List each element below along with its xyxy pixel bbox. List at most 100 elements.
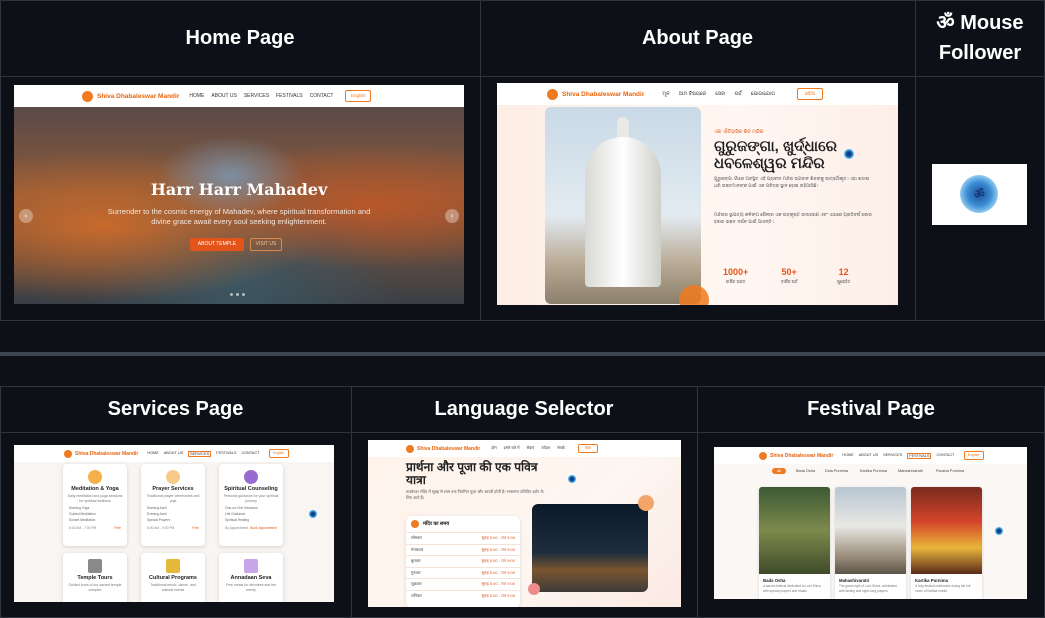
logo-icon xyxy=(82,90,93,102)
nav-contact[interactable]: ଯୋଗାଯୋଗ xyxy=(751,91,775,97)
logo-icon xyxy=(406,444,414,453)
logo-icon xyxy=(547,88,558,100)
nav-festivals[interactable]: ପର୍ବ xyxy=(735,91,742,97)
nav-services[interactable]: SERVICES xyxy=(188,450,212,457)
nav-services[interactable]: SERVICES xyxy=(883,453,902,459)
header-language: Language Selector xyxy=(434,398,614,420)
header-home: Home Page xyxy=(185,27,295,49)
nav-home[interactable]: होम xyxy=(491,446,496,451)
brand-name: Shiva Dhabaleswar Mandir xyxy=(562,90,645,98)
nav-about[interactable]: ABOUT US xyxy=(859,453,878,459)
about-paragraph-1: ଗୁରୁଜଙ୍ଗା ଗାଁରେ ଅବସ୍ଥିତ ଏହି ପ୍ରାଚୀନ ମନ୍ଦ… xyxy=(714,176,870,188)
nav-about[interactable]: ABOUT US xyxy=(211,93,236,99)
nav-links: ମୂଳ ଆମ ବିଷୟରେ ସେବା ପର୍ବ ଯୋଗାଯୋଗ xyxy=(662,91,775,97)
nav-festivals[interactable]: त्योहार xyxy=(541,446,550,451)
language-screenshot: Shiva Dhabaleswar Mandir होम हमारे बारे … xyxy=(368,440,681,607)
language-button[interactable]: English xyxy=(268,449,289,458)
filter-tab[interactable]: Pausha Purnima xyxy=(936,469,964,473)
next-slide-icon[interactable]: › xyxy=(445,209,459,223)
om-icon xyxy=(244,470,258,484)
brand-name: Shiva Dhabaleswar Mandir xyxy=(97,92,180,100)
decor-circle xyxy=(679,285,709,305)
prev-slide-icon[interactable]: ‹ xyxy=(19,209,33,223)
about-eyebrow: ଏକ ଐତିହାସିକ ଶିବ ମନ୍ଦିର xyxy=(714,129,764,135)
nav-home[interactable]: HOME xyxy=(842,453,853,459)
language-button[interactable]: ଓଡ଼ିଆ xyxy=(796,88,823,100)
nav-home[interactable]: HOME xyxy=(147,451,158,457)
festival-photo xyxy=(835,487,906,574)
navbar: Shiva Dhabaleswar Mandir HOME ABOUT US S… xyxy=(714,447,1027,464)
timing-row: शनिवार सुबह 5:00 - रात 9:00 xyxy=(406,589,520,602)
nav-links: HOME ABOUT US SERVICES FESTIVALS CONTACT xyxy=(189,93,333,99)
visit-us-button[interactable]: VISIT US xyxy=(250,238,282,251)
service-card[interactable]: Annadaan Seva Free meals for devotees an… xyxy=(219,553,283,602)
language-button[interactable]: English xyxy=(963,451,984,460)
service-card[interactable]: Cultural Programs Traditional music, dan… xyxy=(141,553,205,602)
nav-festivals[interactable]: FESTIVALS xyxy=(276,93,303,99)
services-screenshot: Shiva Dhabaleswar Mandir HOME ABOUT US S… xyxy=(14,445,334,602)
festival-card[interactable]: Mahashivaratri The great night of Lord S… xyxy=(835,487,906,599)
filter-tab[interactable]: Bada Osha xyxy=(796,469,815,473)
separator xyxy=(0,352,1045,356)
temple-photo xyxy=(545,107,701,304)
header-services: Services Page xyxy=(107,398,244,420)
festival-card[interactable]: Kartika Purnima A holy festival celebrat… xyxy=(911,487,982,599)
timing-row: शुक्रवार सुबह 5:00 - रात 9:00 xyxy=(406,578,520,590)
mouse-follower-icon xyxy=(309,510,317,518)
nav-about[interactable]: ABOUT US xyxy=(164,451,183,457)
nav-links: HOME ABOUT US SERVICES FESTIVALS CONTACT xyxy=(842,452,955,459)
temple-icon xyxy=(88,559,102,573)
nav-festivals[interactable]: FESTIVALS xyxy=(907,452,932,459)
nav-home[interactable]: HOME xyxy=(189,93,204,99)
festival-screenshot: Shiva Dhabaleswar Mandir HOME ABOUT US S… xyxy=(714,447,1027,599)
stat-festivals: 50+ ବାର୍ଷିକ ପର୍ବ xyxy=(781,267,798,284)
service-card[interactable]: Temple Tours Guided tours of our sacred … xyxy=(63,553,127,602)
filter-tab-all[interactable]: All xyxy=(772,468,787,474)
filter-tab[interactable]: Kartika Purnima xyxy=(860,469,887,473)
brand-name: Shiva Dhabaleswar Mandir xyxy=(770,452,834,459)
meditation-icon xyxy=(88,470,102,484)
hero-banner: Harr Harr Mahadev Surrender to the cosmi… xyxy=(14,107,464,304)
section-title: प्रार्थना और पूजा की एक पवित्र यात्रा xyxy=(406,460,538,487)
clock-icon xyxy=(411,520,419,528)
nav-services[interactable]: सेवाएं xyxy=(527,446,535,451)
nav-contact[interactable]: CONTACT xyxy=(310,93,334,99)
nav-festivals[interactable]: FESTIVALS xyxy=(216,451,236,457)
nav-about[interactable]: ଆମ ବିଷୟରେ xyxy=(679,91,707,97)
about-paragraph-2: ମନ୍ଦିରର ସ୍ଥାପତ୍ୟ କଳିଙ୍ଗ ଶୈଳୀର ଏକ ଉତ୍କୃଷ୍… xyxy=(714,212,872,224)
about-title: ଗୁରୁଜଙ୍ଗା, ଖୁର୍ଦ୍ଧାରେ ଧବଳେଶ୍ୱର ମନ୍ଦିର xyxy=(714,138,837,172)
mouse-follower-icon xyxy=(995,527,1003,535)
nav-links: होम हमारे बारे में सेवाएं त्योहार संपर्क xyxy=(491,446,564,451)
header-mouse-follower: ॐ Mouse Follower xyxy=(936,12,1024,64)
logo-icon xyxy=(759,451,767,460)
navbar: Shiva Dhabaleswar Mandir HOME ABOUT US S… xyxy=(14,85,464,107)
hero-subtitle: Surrender to the cosmic energy of Mahade… xyxy=(107,207,371,226)
stat-priests: 12 ପୁରୋହିତ xyxy=(837,267,851,284)
nav-services[interactable]: SERVICES xyxy=(244,93,269,99)
language-button[interactable]: हिंदी xyxy=(577,444,598,453)
timing-row: सोमवार सुबह 5:00 - रात 9:00 xyxy=(406,532,520,544)
nav-contact[interactable]: CONTACT xyxy=(241,451,259,457)
about-temple-button[interactable]: ABOUT TEMPLE xyxy=(190,238,244,251)
service-card[interactable]: Spiritual Counseling Personal guidance f… xyxy=(219,464,283,546)
service-card[interactable]: Prayer Services Traditional prayer cerem… xyxy=(141,464,205,546)
language-button[interactable]: English xyxy=(345,90,372,102)
service-card[interactable]: Meditation & Yoga Daily meditation and y… xyxy=(63,464,127,546)
logo-icon xyxy=(64,449,72,458)
filter-tab[interactable]: Mahashivaratri xyxy=(898,469,923,473)
header-festival: Festival Page xyxy=(807,398,935,420)
nav-contact[interactable]: CONTACT xyxy=(936,453,954,459)
festival-section: All Bada Osha Dola Purnima Kartika Purni… xyxy=(714,464,1027,599)
festival-photo xyxy=(759,487,830,574)
festival-card[interactable]: Bada Osha A sacred festival dedicated to… xyxy=(759,487,830,599)
carousel-dots[interactable] xyxy=(230,293,245,296)
filter-tab[interactable]: Dola Purnima xyxy=(825,469,848,473)
nav-services[interactable]: ସେବା xyxy=(715,91,725,97)
brand-name: Shiva Dhabaleswar Mandir xyxy=(417,445,481,452)
header-about: About Page xyxy=(641,27,754,49)
mouse-follower-demo: ॐ xyxy=(932,164,1027,225)
nav-contact[interactable]: संपर्क xyxy=(557,446,565,451)
nav-about[interactable]: हमारे बारे में xyxy=(504,446,520,451)
nav-home[interactable]: ମୂଳ xyxy=(662,91,669,97)
home-screenshot: Shiva Dhabaleswar Mandir HOME ABOUT US S… xyxy=(14,85,464,304)
